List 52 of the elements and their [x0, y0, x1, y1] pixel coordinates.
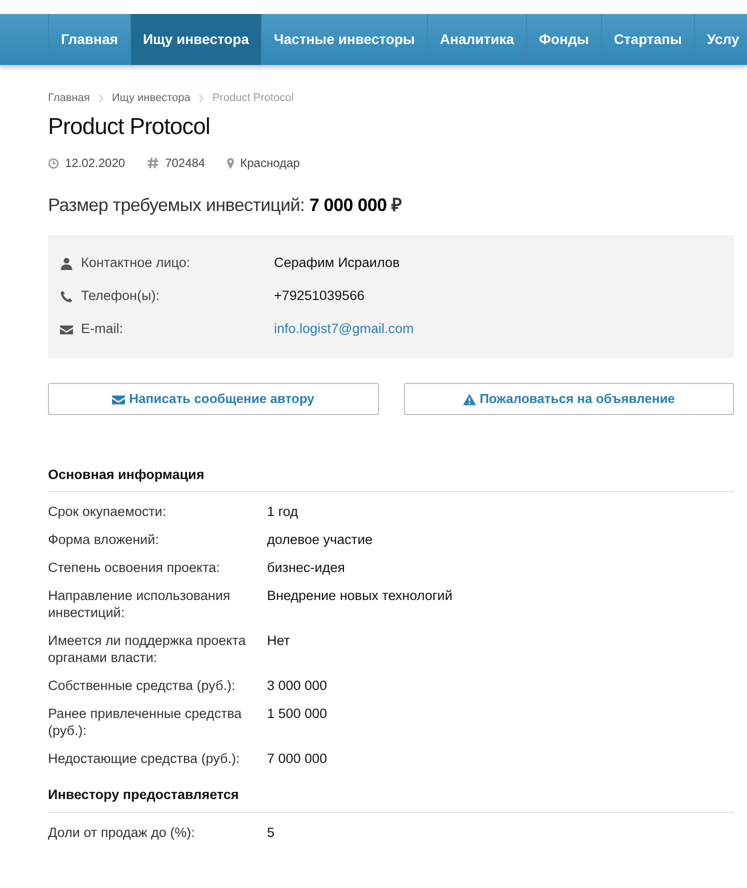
warning-icon [462, 392, 476, 406]
nav-tab[interactable]: Услу [694, 14, 747, 65]
field-value: Нет [267, 632, 290, 650]
map-pin-icon [227, 158, 234, 169]
contact-label: E-mail: [81, 320, 124, 338]
field-value: долевое участие [267, 531, 373, 548]
field-label: Собственные средства (руб.): [48, 677, 236, 694]
field-label: Имеется ли поддержка проекта органами власти: [48, 632, 247, 666]
contact-value: Серафим Исраилов [274, 255, 400, 270]
report-button[interactable]: Пожаловаться на объявление [404, 383, 734, 416]
field-label: Срок окупаемости: [48, 503, 168, 520]
envelope-icon [60, 323, 73, 336]
nav-tab[interactable]: Фонды [526, 14, 601, 65]
email-link[interactable]: info.logist7@gmail.com [274, 321, 414, 336]
breadcrumb-current: Product Protocol [212, 91, 294, 106]
field-value: Внедрение новых технологий [267, 587, 452, 606]
id-text: 702484 [165, 155, 206, 172]
contact-label: Контактное лицо: [81, 254, 190, 272]
field-label: Степень освоения проекта: [48, 559, 221, 576]
date-text: 12.02.2020 [65, 155, 126, 172]
section-heading: Инвестору предоставляется [48, 785, 734, 813]
field-value: 3 000 000 [267, 677, 328, 694]
investment-amount: Размер требуемых инвестиций: 7 000 000 ₽ [48, 194, 402, 218]
nav-tab[interactable]: Ищу инвестора [130, 14, 261, 65]
field-label: Ранее привлеченные средства (руб.): [48, 705, 243, 740]
field-value: 1 год [267, 503, 298, 520]
nav-tab[interactable]: Аналитика [426, 14, 526, 65]
field-label: Форма вложений: [48, 531, 160, 548]
field-label: Доли от продаж до (%): [48, 824, 196, 841]
field-label: Недостающие средства (руб.): [48, 750, 241, 768]
contact-label: Телефон(ы): [81, 287, 160, 306]
phone-icon [60, 290, 73, 304]
person-icon [60, 257, 73, 270]
envelope-icon [112, 392, 126, 406]
field-value: 1 500 000 [267, 705, 328, 724]
field-value: 7 000 000 [267, 750, 328, 768]
chevron-icon [198, 94, 204, 103]
field-value: 5 [267, 824, 275, 841]
contact-value: +79251039566 [274, 288, 364, 304]
nav-tab[interactable]: Стартапы [600, 14, 694, 65]
location-text: Краснодар [240, 155, 300, 172]
field-value: бизнес-идея [267, 559, 345, 576]
message-button[interactable]: Написать сообщение автору [48, 383, 378, 416]
clock-icon [48, 158, 59, 169]
nav-tab[interactable]: Частные инвесторы [260, 14, 427, 65]
chevron-icon [98, 94, 104, 103]
breadcrumb-link[interactable]: Главная [48, 90, 90, 106]
hash-icon [147, 157, 160, 170]
page-title: Product Protocol [48, 112, 212, 140]
breadcrumb-link[interactable]: Ищу инвестора [112, 90, 190, 106]
section-heading: Основная информация [48, 465, 734, 492]
field-label: Направление использования инвестиций: [48, 587, 232, 622]
